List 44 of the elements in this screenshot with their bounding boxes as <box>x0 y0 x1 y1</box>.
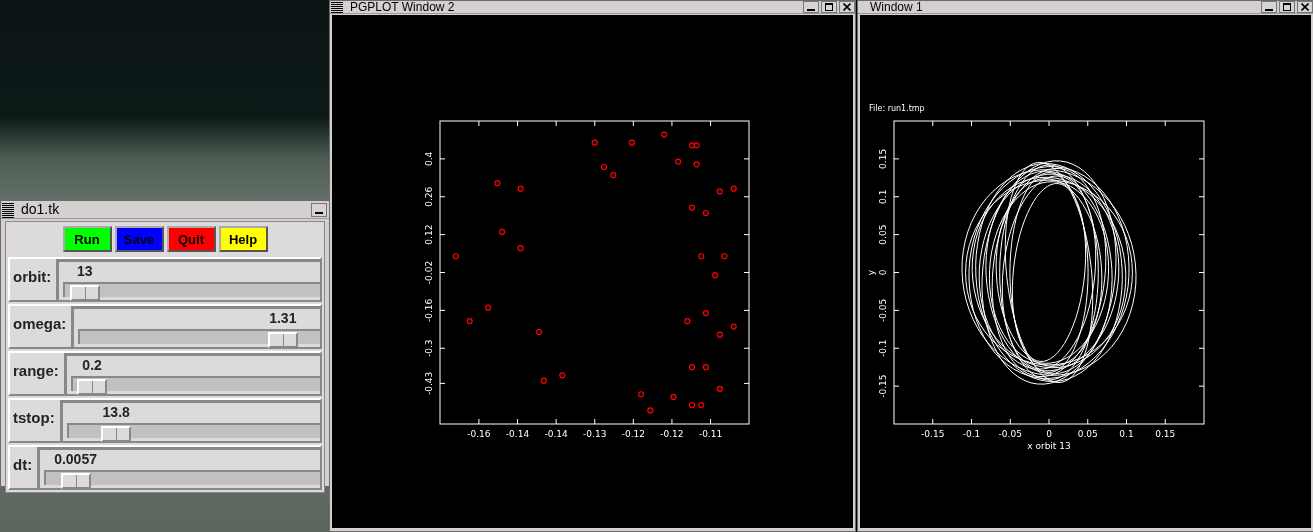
tick-label: -0.3 <box>424 339 434 358</box>
tick-label: 0.15 <box>1155 429 1176 439</box>
tick-label: -0.12 <box>621 429 645 439</box>
tick-label: 0.05 <box>878 224 888 245</box>
file-label: File: run1.tmp <box>869 104 925 113</box>
tick-label: -0.1 <box>878 339 888 358</box>
tick-label: 0.1 <box>1119 429 1134 439</box>
tick-label: 0.26 <box>424 186 434 207</box>
tick-label: -0.16 <box>424 298 434 322</box>
slider-value: 13 <box>76 263 93 279</box>
tick-label: -0.12 <box>660 429 684 439</box>
tick-label: -0.15 <box>921 429 945 439</box>
tick-label: 0 <box>1046 429 1052 439</box>
slider-value: 0.2 <box>82 357 102 373</box>
axis-label: y <box>866 269 876 276</box>
tick-label: -0.13 <box>583 429 607 439</box>
tick-label: -0.05 <box>998 429 1022 439</box>
tick-label: -0.1 <box>962 429 981 439</box>
window-title: Window 1 <box>869 1 924 13</box>
tick-label: -0.14 <box>505 429 530 439</box>
tick-label: 0.4 <box>424 151 434 167</box>
tick-label: -0.05 <box>878 298 888 322</box>
tick-label: -0.14 <box>544 429 568 439</box>
window-title: do1.tk <box>20 200 61 219</box>
tick-label: 0.15 <box>878 148 888 169</box>
tick-label: 0.05 <box>1077 429 1098 439</box>
tick-label: -0.43 <box>424 371 434 396</box>
tick-label: 0.12 <box>424 224 434 245</box>
slider-label: dt: <box>12 456 34 475</box>
slider-label: omega: <box>12 315 68 334</box>
window-title: PGPLOT Window 2 <box>349 1 456 13</box>
slider-value: 13.8 <box>102 404 130 420</box>
tick-label: -0.11 <box>698 429 723 439</box>
tick-label: -0.02 <box>424 260 434 285</box>
slider-value: 1.31 <box>269 310 297 326</box>
slider-label: range: <box>12 362 60 381</box>
tick-label: -0.16 <box>467 429 491 439</box>
tick-label: 0.1 <box>878 189 888 204</box>
axis-label: x orbit 13 <box>1027 441 1071 451</box>
slider-label: tstop: <box>12 409 56 428</box>
tick-label: -0.15 <box>878 374 888 398</box>
slider-label: orbit: <box>12 268 53 287</box>
slider-value: 0.0057 <box>54 451 97 467</box>
tick-label: 0 <box>878 269 888 276</box>
